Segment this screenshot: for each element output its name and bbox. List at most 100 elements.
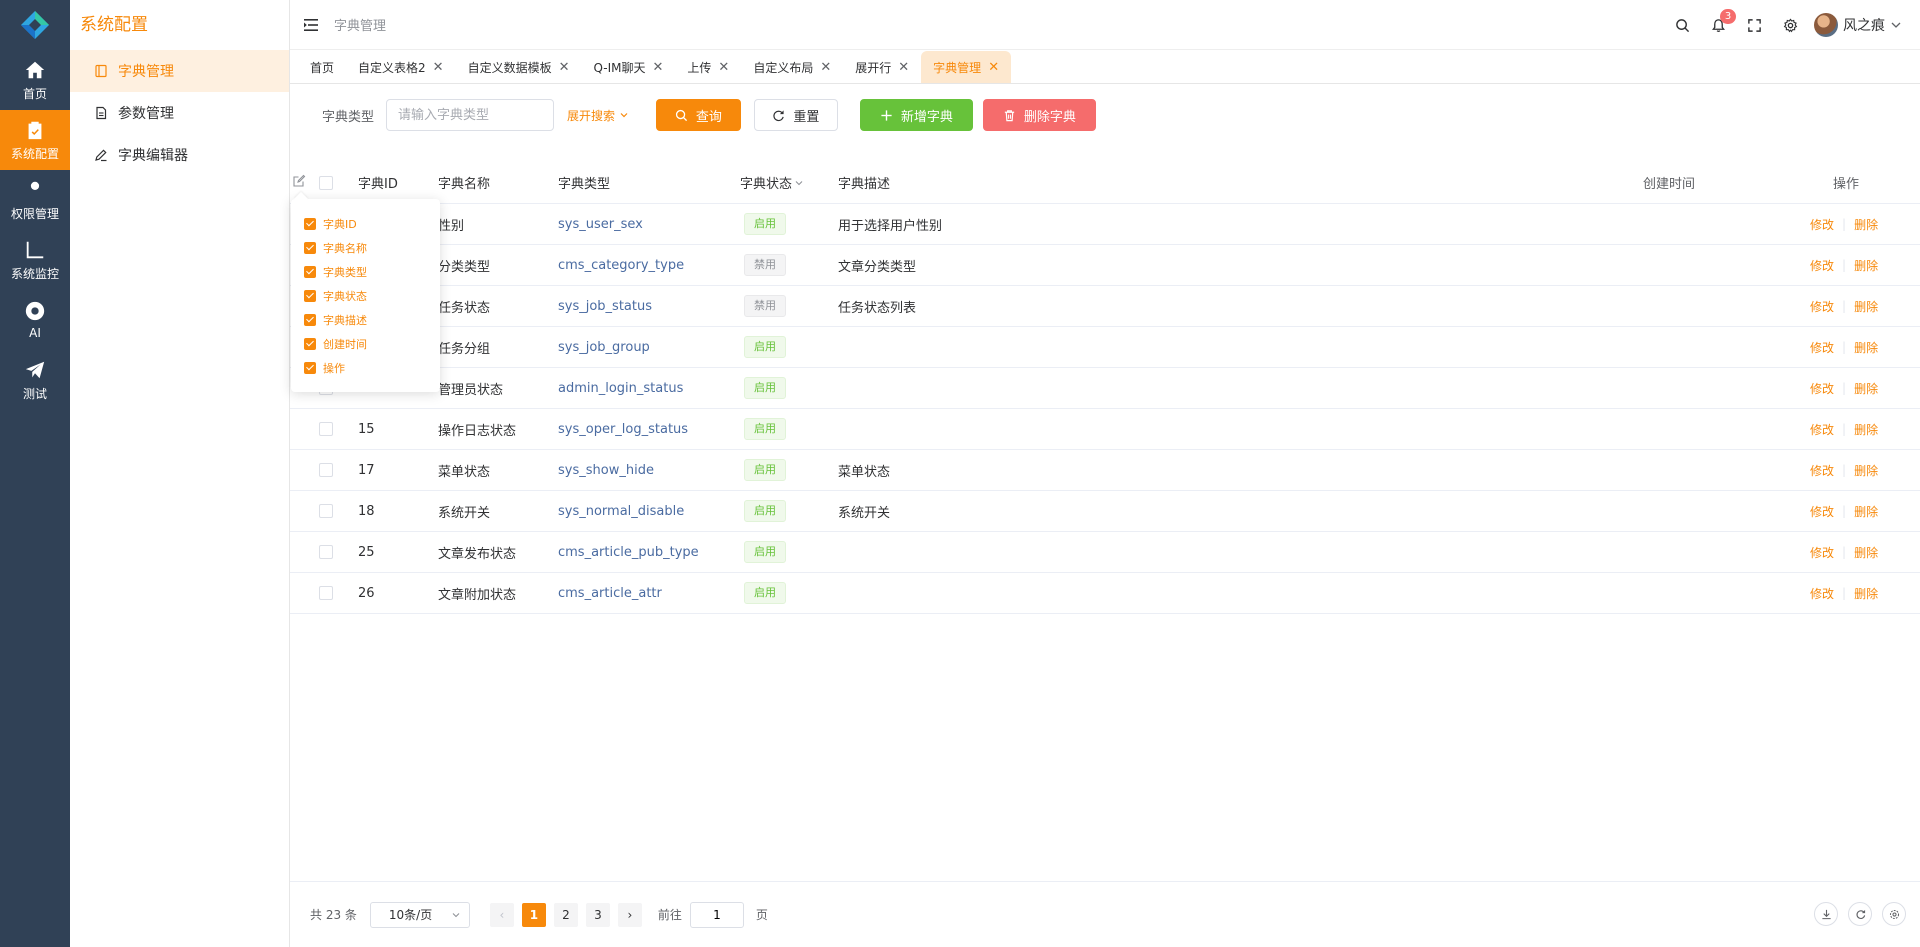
fullscreen-button[interactable] bbox=[1736, 0, 1772, 50]
column-checkbox[interactable] bbox=[304, 362, 316, 374]
page-button[interactable]: 2 bbox=[553, 902, 578, 927]
rail-item-1[interactable]: 系统配置 bbox=[0, 110, 70, 170]
dict-type-link[interactable]: cms_article_attr bbox=[558, 573, 662, 613]
delete-dict-button[interactable]: 删除字典 bbox=[982, 99, 1096, 131]
column-checkbox[interactable] bbox=[304, 266, 316, 278]
search-button[interactable] bbox=[1664, 0, 1700, 50]
column-toggle-6[interactable]: 操作 bbox=[291, 356, 440, 380]
column-toggle-4[interactable]: 字典描述 bbox=[291, 308, 440, 332]
breadcrumb[interactable]: 字典管理 bbox=[334, 15, 386, 34]
tab-3[interactable]: Q-IM聊天 ✕ bbox=[581, 51, 675, 83]
edit-button[interactable]: 修改 bbox=[1810, 298, 1834, 315]
rail-item-4[interactable]: AI bbox=[0, 290, 70, 350]
delete-button[interactable]: 删除 bbox=[1854, 380, 1878, 397]
dict-type-link[interactable]: admin_login_status bbox=[558, 368, 683, 408]
delete-button[interactable]: 删除 bbox=[1854, 585, 1878, 602]
column-checkbox[interactable] bbox=[304, 290, 316, 302]
delete-button[interactable]: 删除 bbox=[1854, 544, 1878, 561]
column-checkbox[interactable] bbox=[304, 218, 316, 230]
dict-type-link[interactable]: sys_show_hide bbox=[558, 450, 654, 490]
dict-type-input[interactable] bbox=[386, 99, 555, 131]
refresh-button[interactable] bbox=[1848, 902, 1872, 926]
page-button[interactable]: 1 bbox=[521, 902, 546, 927]
table-settings-button[interactable] bbox=[1882, 902, 1906, 926]
page-size-select[interactable]: 10条/页 bbox=[369, 901, 470, 928]
delete-button[interactable]: 删除 bbox=[1854, 216, 1878, 233]
dict-type-link[interactable]: cms_article_pub_type bbox=[558, 532, 699, 572]
close-icon[interactable]: ✕ bbox=[718, 60, 729, 75]
edit-button[interactable]: 修改 bbox=[1810, 585, 1834, 602]
delete-button[interactable]: 删除 bbox=[1854, 339, 1878, 356]
edit-button[interactable]: 修改 bbox=[1810, 421, 1834, 438]
notification-button[interactable]: 3 bbox=[1700, 0, 1736, 50]
edit-button[interactable]: 修改 bbox=[1810, 462, 1834, 479]
row-checkbox[interactable] bbox=[319, 504, 333, 518]
page-button[interactable]: 3 bbox=[585, 902, 610, 927]
delete-button[interactable]: 删除 bbox=[1854, 257, 1878, 274]
edit-button[interactable]: 修改 bbox=[1810, 544, 1834, 561]
row-checkbox[interactable] bbox=[319, 463, 333, 477]
column-toggle-0[interactable]: 字典ID bbox=[291, 212, 440, 236]
tab-7[interactable]: 字典管理 ✕ bbox=[921, 51, 1012, 83]
export-button[interactable] bbox=[1814, 902, 1838, 926]
rail-item-3[interactable]: 系统监控 bbox=[0, 230, 70, 290]
close-icon[interactable]: ✕ bbox=[898, 60, 909, 75]
column-toggle-2[interactable]: 字典类型 bbox=[291, 260, 440, 284]
delete-button[interactable]: 删除 bbox=[1854, 421, 1878, 438]
row-checkbox[interactable] bbox=[319, 545, 333, 559]
row-checkbox[interactable] bbox=[319, 586, 333, 600]
query-button[interactable]: 查询 bbox=[655, 99, 741, 131]
prev-page-button[interactable]: ‹ bbox=[489, 902, 514, 927]
column-toggle-5[interactable]: 创建时间 bbox=[291, 332, 440, 356]
add-dict-button[interactable]: 新增字典 bbox=[859, 99, 973, 131]
submenu-item-1[interactable]: 参数管理 bbox=[70, 92, 289, 134]
tab-6[interactable]: 展开行 ✕ bbox=[843, 51, 921, 83]
close-icon[interactable]: ✕ bbox=[433, 60, 444, 75]
row-checkbox[interactable] bbox=[319, 422, 333, 436]
expand-search-toggle[interactable]: 展开搜索 bbox=[567, 107, 629, 124]
delete-button[interactable]: 删除 bbox=[1854, 298, 1878, 315]
edit-button[interactable]: 修改 bbox=[1810, 380, 1834, 397]
edit-button[interactable]: 修改 bbox=[1810, 339, 1834, 356]
dict-type-link[interactable]: sys_user_sex bbox=[558, 204, 643, 244]
column-toggle-1[interactable]: 字典名称 bbox=[291, 236, 440, 260]
tab-0[interactable]: 首页 bbox=[298, 51, 346, 83]
rail-item-0[interactable]: 首页 bbox=[0, 50, 70, 110]
next-page-button[interactable]: › bbox=[617, 902, 642, 927]
col-header-desc[interactable]: 字典描述 bbox=[838, 162, 890, 203]
reset-button[interactable]: 重置 bbox=[753, 99, 838, 131]
tab-4[interactable]: 上传 ✕ bbox=[675, 51, 741, 83]
close-icon[interactable]: ✕ bbox=[988, 60, 999, 75]
edit-button[interactable]: 修改 bbox=[1810, 216, 1834, 233]
dict-type-link[interactable]: sys_normal_disable bbox=[558, 491, 684, 531]
column-checkbox[interactable] bbox=[304, 242, 316, 254]
delete-button[interactable]: 删除 bbox=[1854, 462, 1878, 479]
select-all-checkbox[interactable] bbox=[319, 175, 333, 190]
edit-button[interactable]: 修改 bbox=[1810, 257, 1834, 274]
col-header-time[interactable]: 创建时间 bbox=[1643, 162, 1695, 203]
close-icon[interactable]: ✕ bbox=[559, 60, 570, 75]
column-toggle-3[interactable]: 字典状态 bbox=[291, 284, 440, 308]
user-menu[interactable]: 风之痕 bbox=[1814, 13, 1902, 37]
tab-2[interactable]: 自定义数据模板 ✕ bbox=[456, 51, 582, 83]
rail-item-5[interactable]: 测试 bbox=[0, 350, 70, 410]
col-header-type[interactable]: 字典类型 bbox=[558, 162, 610, 203]
delete-button[interactable]: 删除 bbox=[1854, 503, 1878, 520]
column-checkbox[interactable] bbox=[304, 314, 316, 326]
submenu-item-0[interactable]: 字典管理 bbox=[70, 50, 289, 92]
dict-type-link[interactable]: cms_category_type bbox=[558, 245, 684, 285]
col-header-id[interactable]: 字典ID bbox=[358, 162, 398, 203]
close-icon[interactable]: ✕ bbox=[653, 60, 664, 75]
settings-button[interactable] bbox=[1772, 0, 1808, 50]
rail-item-2[interactable]: 权限管理 bbox=[0, 170, 70, 230]
edit-button[interactable]: 修改 bbox=[1810, 503, 1834, 520]
dict-type-link[interactable]: sys_job_group bbox=[558, 327, 650, 367]
close-icon[interactable]: ✕ bbox=[820, 60, 831, 75]
dict-type-link[interactable]: sys_job_status bbox=[558, 286, 652, 326]
column-checkbox[interactable] bbox=[304, 338, 316, 350]
submenu-item-2[interactable]: 字典编辑器 bbox=[70, 134, 289, 176]
goto-page-input[interactable] bbox=[689, 901, 744, 928]
tab-5[interactable]: 自定义布局 ✕ bbox=[741, 51, 843, 83]
tab-1[interactable]: 自定义表格2 ✕ bbox=[346, 51, 456, 83]
col-header-status[interactable]: 字典状态 bbox=[740, 162, 804, 203]
